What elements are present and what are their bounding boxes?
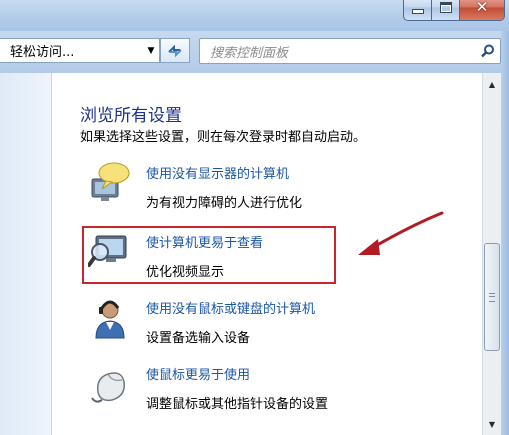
minimize-icon [411, 9, 424, 14]
scroll-down-icon[interactable]: ▼ [483, 416, 501, 433]
maximize-button[interactable] [431, 0, 459, 21]
vertical-scrollbar[interactable]: ▲ ▼ [482, 73, 501, 435]
refresh-icon [168, 44, 182, 57]
navigation-pane [0, 73, 52, 435]
speech-bubble-monitor-icon [91, 162, 130, 201]
close-icon: ✕ [475, 0, 489, 16]
item-description: 为有视力障碍的人进行优化 [146, 196, 303, 211]
item-title-link[interactable]: 使鼠标更易于使用 [146, 364, 250, 383]
headset-person-icon [95, 300, 125, 339]
address-toolbar: 轻松访问... ▼ 搜索控制面板 [0, 31, 509, 73]
caption-buttons: ✕ [403, 0, 505, 21]
list-item-no-mouse-keyboard: 使用没有鼠标或键盘的计算机 设置备选输入设备 [88, 296, 468, 348]
scroll-up-icon[interactable]: ▲ [483, 76, 501, 93]
mouse-icon [91, 372, 125, 403]
annotation-arrow-icon [358, 211, 444, 255]
refresh-button[interactable] [160, 38, 190, 63]
item-title-link[interactable]: 使用没有显示器的计算机 [146, 163, 289, 182]
list-item-mouse-easier: 使鼠标更易于使用 调整鼠标或其他指针设备的设置 [88, 362, 468, 414]
window-frame-right [501, 31, 509, 435]
item-description: 调整鼠标或其他指针设备的设置 [146, 397, 329, 412]
minimize-button[interactable] [403, 0, 431, 21]
item-title-link[interactable]: 使用没有鼠标或键盘的计算机 [146, 298, 315, 317]
annotation-highlight-box [82, 226, 336, 284]
search-icon[interactable] [476, 44, 500, 58]
maximize-icon [439, 2, 452, 13]
search-placeholder: 搜索控制面板 [210, 45, 289, 61]
address-bar[interactable]: 轻松访问... ▼ [0, 38, 160, 63]
item-description: 设置备选输入设备 [146, 331, 251, 346]
scroll-thumb[interactable] [484, 243, 500, 351]
search-input[interactable]: 搜索控制面板 [199, 38, 501, 64]
page-title: 浏览所有设置 [80, 106, 182, 126]
window-frame-top: ✕ [0, 0, 509, 31]
close-button[interactable]: ✕ [459, 0, 505, 21]
content-pane: 浏览所有设置 如果选择这些设置，则在每次登录时都自动启动。 使用没有显示器的计算… [52, 73, 482, 435]
address-dropdown-icon[interactable]: ▼ [143, 39, 159, 62]
address-text: 轻松访问... [10, 45, 75, 60]
scroll-grip-icon [489, 292, 495, 302]
page-subtitle: 如果选择这些设置，则在每次登录时都自动启动。 [80, 130, 367, 145]
